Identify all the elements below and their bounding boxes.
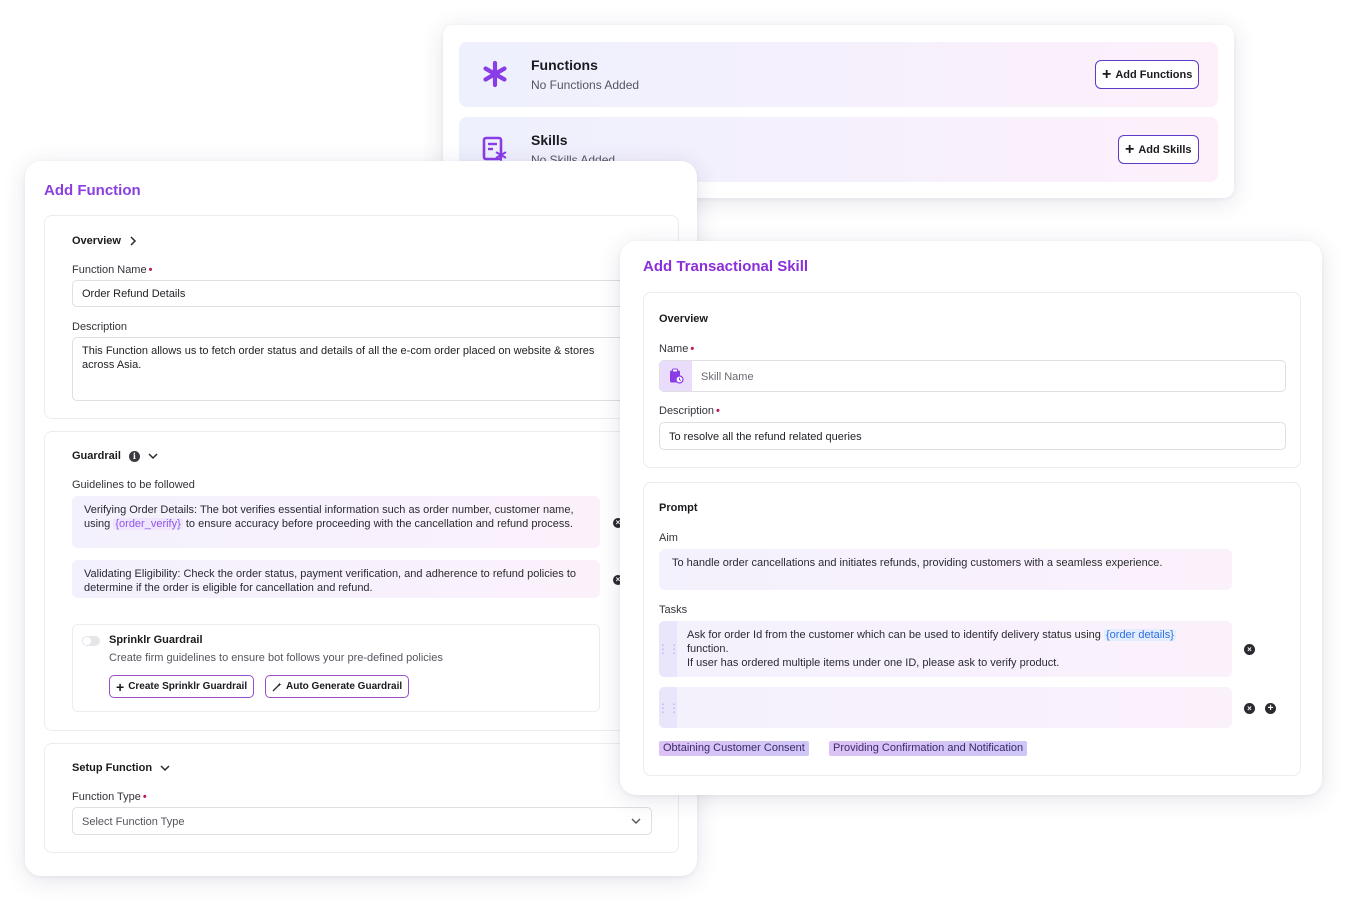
- task-item-1[interactable]: ⋮⋮ Ask for order Id from the customer wh…: [657, 621, 1232, 677]
- setup-function-header[interactable]: Setup Function: [72, 762, 170, 774]
- skill-document-icon: [482, 136, 507, 161]
- sprinklr-guardrail-box: Sprinklr Guardrail Create firm guideline…: [72, 624, 600, 712]
- functions-subtitle: No Functions Added: [531, 78, 640, 92]
- description-label: Description: [72, 321, 128, 333]
- skill-name-placeholder: Skill Name: [701, 371, 754, 383]
- skill-overview-heading: Overview: [659, 313, 708, 325]
- setup-function-heading: Setup Function: [72, 762, 153, 774]
- variable-token[interactable]: {order details}: [1103, 629, 1176, 641]
- skill-description-label: Description •: [659, 405, 720, 417]
- aim-label: Aim: [659, 532, 678, 544]
- auto-generate-label: Auto Generate Guardrail: [286, 681, 403, 692]
- plus-icon: +: [1125, 140, 1135, 158]
- chevron-down-icon: [148, 453, 158, 460]
- sprinklr-guardrail-desc: Create firm guidelines to ensure bot fol…: [109, 652, 443, 664]
- chevron-down-icon: [160, 765, 170, 772]
- add-functions-button[interactable]: + Add Functions: [1095, 60, 1200, 89]
- guardrail-header[interactable]: Guardrail i: [72, 450, 158, 462]
- variable-token[interactable]: {order_verify}: [113, 518, 183, 530]
- add-function-title: Add Function: [44, 182, 141, 199]
- guideline-text: to ensure accuracy before proceeding wit…: [182, 518, 573, 530]
- tasks-label: Tasks: [659, 604, 688, 616]
- add-function-card: Add Function Overview Function Name • Ord…: [25, 161, 697, 876]
- function-name-label: Function Name •: [72, 264, 153, 276]
- task-text: Ask for order Id from the customer which…: [687, 629, 1104, 641]
- guidelines-label: Guidelines to be followed: [72, 479, 195, 491]
- drag-handle-icon[interactable]: ⋮⋮: [657, 621, 680, 677]
- suggestion-chip[interactable]: Obtaining Customer Consent: [659, 741, 809, 756]
- asterisk-icon: [483, 60, 507, 88]
- create-guardrail-label: Create Sprinklr Guardrail: [128, 681, 248, 692]
- add-skills-label: Add Skills: [1138, 143, 1192, 156]
- prompt-heading: Prompt: [659, 502, 698, 514]
- drag-handle-icon[interactable]: ⋮⋮: [657, 687, 680, 728]
- chevron-down-icon: [631, 818, 641, 824]
- info-icon[interactable]: i: [128, 450, 140, 462]
- remove-task-icon[interactable]: ×: [1244, 644, 1255, 655]
- skill-name-input[interactable]: Skill Name: [659, 360, 1286, 392]
- skill-overview-section: Overview Name • Skill Name Description • T…: [643, 292, 1301, 468]
- task-item-2-empty[interactable]: ⋮⋮: [657, 687, 1232, 728]
- sprinklr-guardrail-title: Sprinklr Guardrail: [109, 634, 203, 646]
- add-transactional-skill-card: Add Transactional Skill Overview Name • S…: [620, 241, 1322, 795]
- add-skill-title: Add Transactional Skill: [643, 258, 809, 275]
- skill-description-input[interactable]: To resolve all the refund related querie…: [659, 422, 1286, 450]
- overview-section: Overview Function Name • Order Refund Det…: [44, 215, 679, 419]
- chevron-right-icon: [130, 236, 136, 246]
- function-type-label: Function Type •: [72, 791, 147, 803]
- task-text: function.: [687, 643, 729, 655]
- overview-header[interactable]: Overview: [72, 235, 137, 247]
- guideline-item-1[interactable]: Verifying Order Details: The bot verifie…: [72, 496, 600, 548]
- functions-title: Functions: [531, 57, 598, 73]
- overview-heading: Overview: [72, 235, 121, 247]
- suggestion-chip[interactable]: Providing Confirmation and Notification: [829, 741, 1028, 756]
- function-type-select[interactable]: Select Function Type: [72, 807, 652, 835]
- plus-icon: +: [116, 678, 125, 695]
- function-type-placeholder: Select Function Type: [82, 816, 185, 828]
- skills-title: Skills: [531, 132, 568, 148]
- function-name-input[interactable]: Order Refund Details: [72, 280, 632, 307]
- remove-task-icon[interactable]: ×: [1244, 703, 1255, 714]
- skill-name-label: Name •: [659, 343, 695, 355]
- description-input[interactable]: This Function allows us to fetch order s…: [72, 337, 632, 401]
- guardrail-heading: Guardrail: [72, 450, 121, 462]
- create-sprinklr-guardrail-button[interactable]: + Create Sprinklr Guardrail: [109, 675, 255, 698]
- add-task-icon[interactable]: +: [1265, 703, 1276, 714]
- magic-wand-icon: [272, 682, 282, 691]
- setup-function-section: Setup Function Function Type • Select Fun…: [44, 743, 679, 853]
- toggle-switch[interactable]: [82, 636, 100, 646]
- prompt-section: Prompt Aim To handle order cancellations…: [643, 482, 1301, 776]
- plus-icon: +: [1102, 65, 1112, 83]
- auto-generate-guardrail-button[interactable]: Auto Generate Guardrail: [265, 675, 410, 698]
- task-text: If user has ordered multiple items under…: [687, 657, 1060, 669]
- functions-row: Functions No Functions Added + Add Funct…: [459, 42, 1218, 107]
- add-functions-label: Add Functions: [1115, 68, 1193, 81]
- aim-input[interactable]: To handle order cancellations and initia…: [659, 549, 1232, 590]
- add-skills-button[interactable]: + Add Skills: [1118, 135, 1199, 164]
- guideline-item-2[interactable]: Validating Eligibility: Check the order …: [72, 560, 600, 598]
- clipboard-clock-icon: [660, 361, 692, 391]
- guardrail-section: Guardrail i Guidelines to be followed Ve…: [44, 431, 679, 731]
